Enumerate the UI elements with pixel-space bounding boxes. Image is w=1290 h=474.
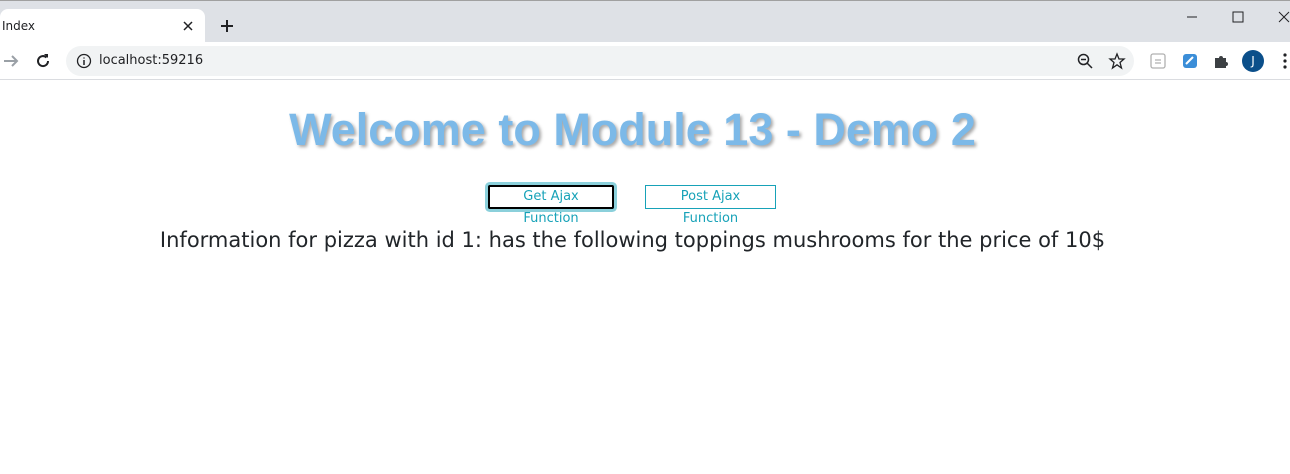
tab-title: Index — [2, 19, 36, 33]
close-icon[interactable] — [180, 18, 196, 34]
tab-strip: Index — [0, 0, 1290, 43]
forward-arrow-icon[interactable] — [1, 51, 21, 71]
puzzle-icon[interactable] — [1211, 51, 1231, 71]
avatar[interactable]: J — [1242, 50, 1264, 72]
zoom-out-icon[interactable] — [1076, 52, 1094, 70]
extension-doc-icon[interactable] — [1148, 51, 1168, 71]
address-bar[interactable]: localhost:59216 — [66, 46, 1134, 76]
url-text: localhost:59216 — [99, 53, 204, 68]
maximize-icon[interactable] — [1228, 7, 1248, 27]
get-ajax-button[interactable]: Get Ajax Function — [488, 185, 614, 226]
tab-index[interactable]: Index — [0, 9, 205, 43]
window-close-icon[interactable] — [1274, 7, 1290, 27]
star-icon[interactable] — [1108, 52, 1126, 70]
page-content: Welcome to Module 13 - Demo 2 Get Ajax F… — [0, 80, 1290, 474]
minimize-icon[interactable] — [1182, 7, 1202, 27]
page-title: Welcome to Module 13 - Demo 2 — [289, 104, 976, 155]
extension-blue-icon[interactable] — [1180, 51, 1200, 71]
reload-icon[interactable] — [33, 51, 53, 71]
menu-icon[interactable] — [1275, 51, 1289, 71]
result-text: Information for pizza with id 1: has the… — [159, 228, 1106, 252]
post-ajax-button[interactable]: Post Ajax Function — [645, 185, 776, 226]
plus-icon[interactable] — [217, 16, 237, 36]
info-icon[interactable] — [76, 53, 92, 69]
browser-toolbar: localhost:59216 J — [0, 42, 1290, 80]
